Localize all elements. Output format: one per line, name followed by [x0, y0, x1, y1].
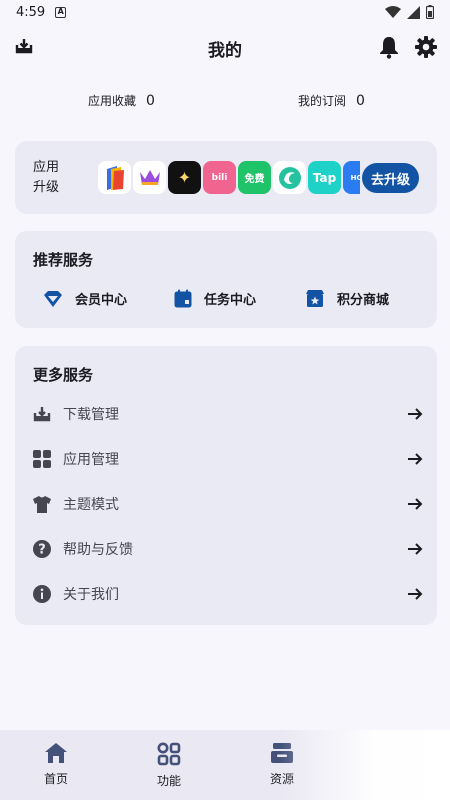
- grid-apps-icon: [33, 450, 51, 468]
- calendar-icon: [174, 289, 192, 308]
- recommended-services-card: 推荐服务 会员中心 任务中心 积分商城: [15, 231, 437, 328]
- stats-row: 应用收藏 0 我的订阅 0: [0, 92, 450, 114]
- settings-gear-icon[interactable]: [414, 35, 438, 59]
- more-services-card: 更多服务 下载管理 应用管理 主题模式 ? 帮助与反馈 关于我们: [15, 346, 437, 625]
- nav-label: 首页: [43, 772, 68, 786]
- upgrade-button[interactable]: 去升级: [362, 163, 419, 193]
- more-item-label: 应用管理: [63, 452, 119, 468]
- points-mall-item[interactable]: 积分商城: [305, 289, 389, 308]
- more-item-label: 下载管理: [63, 407, 119, 423]
- signal-icon: [407, 5, 420, 19]
- nav-functions[interactable]: 功能: [139, 742, 199, 789]
- download-management-item[interactable]: 下载管理: [33, 399, 423, 429]
- top-actions: [378, 35, 438, 59]
- app-icon: bili: [203, 161, 236, 194]
- nav-home[interactable]: 首页: [26, 742, 86, 787]
- page-title: 我的: [208, 40, 242, 61]
- arrow-right-icon: [408, 408, 423, 420]
- nav-label: 功能: [156, 774, 181, 788]
- arrow-right-icon: [408, 543, 423, 555]
- battery-icon: [426, 5, 434, 19]
- notification-a-icon: A: [55, 6, 67, 18]
- more-item-label: 帮助与反馈: [63, 542, 133, 558]
- app-icon: 免费: [238, 161, 271, 194]
- member-center-item[interactable]: 会员中心: [43, 289, 127, 308]
- stat-label: 应用收藏: [88, 94, 137, 108]
- home-icon: [45, 743, 67, 763]
- top-app-bar: 我的: [0, 28, 450, 68]
- stat-favorites[interactable]: 应用收藏 0: [88, 92, 155, 109]
- stat-subscriptions[interactable]: 我的订阅 0: [298, 92, 365, 109]
- function-grid-icon: [157, 742, 181, 766]
- app-management-item[interactable]: 应用管理: [33, 444, 423, 474]
- stat-value: 0: [146, 92, 155, 109]
- rec-item-label: 积分商城: [337, 293, 390, 308]
- bell-icon[interactable]: [378, 35, 400, 59]
- upgrade-label: 应用升级: [33, 160, 60, 195]
- rec-item-label: 会员中心: [75, 293, 128, 308]
- status-icons: [385, 5, 434, 19]
- status-time: 4:59: [16, 4, 46, 20]
- download-icon[interactable]: [14, 36, 34, 56]
- app-icon: ✦: [168, 161, 201, 194]
- app-icon: [98, 161, 131, 194]
- help-feedback-item[interactable]: ? 帮助与反馈: [33, 534, 423, 564]
- info-icon: [33, 585, 51, 603]
- more-item-label: 关于我们: [63, 587, 119, 603]
- arrow-right-icon: [408, 588, 423, 600]
- tshirt-icon: [33, 495, 51, 513]
- stat-label: 我的订阅: [298, 94, 347, 108]
- app-icon: HON: [343, 161, 360, 194]
- app-icon: [273, 161, 306, 194]
- theme-mode-item[interactable]: 主题模式: [33, 489, 423, 519]
- more-item-label: 主题模式: [63, 497, 119, 513]
- section-title: 推荐服务: [33, 251, 94, 269]
- app-icon: [133, 161, 166, 194]
- arrow-right-icon: [408, 453, 423, 465]
- bottom-right-fade-overlay: [280, 730, 450, 800]
- status-bar: 4:59 A: [0, 0, 450, 24]
- svg-text:?: ?: [38, 543, 46, 558]
- help-icon: ?: [33, 540, 51, 558]
- stat-value: 0: [356, 92, 365, 109]
- download-tray-icon: [33, 407, 51, 422]
- upgrade-app-list: ✦ bili 免费 Tap HON: [98, 161, 360, 194]
- app-upgrade-card[interactable]: 应用升级 ✦ bili 免费 Tap HON 去升级: [15, 141, 437, 214]
- diamond-icon: [44, 290, 62, 307]
- wifi-icon: [385, 5, 401, 18]
- app-icon: Tap: [308, 161, 341, 194]
- task-center-item[interactable]: 任务中心: [174, 289, 256, 308]
- section-title: 更多服务: [33, 366, 94, 384]
- arrow-right-icon: [408, 498, 423, 510]
- rec-item-label: 任务中心: [204, 293, 257, 308]
- shop-icon: [306, 290, 324, 307]
- about-us-item[interactable]: 关于我们: [33, 579, 423, 609]
